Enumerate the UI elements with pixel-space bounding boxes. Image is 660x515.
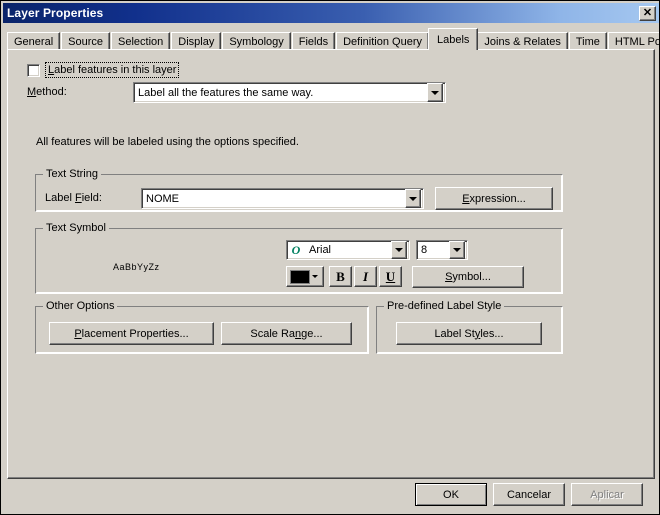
chevron-down-icon[interactable] — [391, 241, 407, 259]
predefined-label-style-group-title: Pre-defined Label Style — [384, 300, 505, 312]
scale-range-label: Scale Range... — [250, 327, 323, 340]
font-name-value: Arial — [309, 244, 332, 256]
text-symbol-preview: AaBbYyZz — [113, 262, 160, 272]
symbol-button[interactable]: Symbol... — [412, 266, 524, 288]
label-field-value: NOME — [146, 192, 179, 205]
tab-selection[interactable]: Selection — [111, 32, 171, 50]
other-options-group-title: Other Options — [43, 300, 118, 312]
title-bar: Layer Properties ✕ — [3, 3, 659, 23]
layer-properties-dialog: Layer Properties ✕ General Source Select… — [0, 0, 660, 515]
tab-definition-query[interactable]: Definition Query — [336, 32, 429, 50]
opentype-font-icon: O — [289, 243, 303, 257]
cancel-button[interactable]: Cancelar — [493, 483, 565, 506]
method-value: Label all the features the same way. — [138, 86, 314, 99]
expression-button-label: Expression... — [462, 192, 526, 205]
color-swatch — [290, 269, 310, 284]
tab-symbology[interactable]: Symbology — [222, 32, 291, 50]
label-features-label[interactable]: Label features in this layer — [45, 62, 180, 78]
tab-time[interactable]: Time — [568, 32, 607, 50]
chevron-down-icon[interactable] — [427, 83, 443, 102]
label-features-label-rest: abel features in this layer — [54, 64, 177, 76]
label-styles-label: Label Styles... — [434, 327, 504, 340]
text-symbol-group-title: Text Symbol — [43, 222, 109, 234]
label-field-combobox[interactable]: NOME — [141, 188, 424, 209]
font-size-value: 8 — [421, 244, 428, 256]
label-features-checkbox-row[interactable]: Label features in this layer — [27, 62, 180, 78]
chevron-down-icon[interactable] — [312, 275, 318, 278]
label-styles-button[interactable]: Label Styles... — [396, 322, 542, 345]
label-features-checkbox[interactable] — [27, 63, 40, 77]
tab-strip: General Source Selection Display Symbolo… — [7, 28, 659, 50]
placement-properties-label: Placement Properties... — [74, 327, 189, 340]
tab-labels[interactable]: Labels — [427, 28, 479, 50]
close-icon[interactable]: ✕ — [639, 5, 656, 21]
symbol-button-label: Symbol... — [445, 271, 491, 283]
chevron-down-icon[interactable] — [449, 241, 465, 259]
text-color-picker[interactable] — [286, 266, 324, 287]
method-label: Method: — [27, 86, 67, 98]
method-combobox[interactable]: Label all the features the same way. — [133, 82, 446, 103]
tab-source[interactable]: Source — [61, 32, 110, 50]
labels-description: All features will be labeled using the o… — [36, 136, 299, 148]
text-string-group-title: Text String — [43, 168, 101, 180]
tab-html-popup[interactable]: HTML Popup — [607, 32, 659, 50]
italic-button[interactable]: I — [354, 266, 377, 287]
font-name-combobox[interactable]: O Arial — [286, 240, 410, 260]
chevron-down-icon[interactable] — [405, 189, 421, 208]
scale-range-button[interactable]: Scale Range... — [221, 322, 352, 345]
tab-general[interactable]: General — [7, 32, 61, 50]
labels-tab-panel: Label features in this layer Method: Lab… — [7, 49, 655, 479]
expression-button[interactable]: Expression... — [435, 187, 553, 210]
bold-button[interactable]: B — [329, 266, 352, 287]
apply-button: Aplicar — [571, 483, 643, 506]
label-field-label: Label Field: — [45, 192, 102, 204]
underline-button[interactable]: U — [379, 266, 402, 287]
tab-joins-relates[interactable]: Joins & Relates — [477, 32, 568, 50]
window-title: Layer Properties — [7, 6, 104, 20]
tab-display[interactable]: Display — [171, 32, 222, 50]
font-size-combobox[interactable]: 8 — [416, 240, 468, 260]
ok-button[interactable]: OK — [415, 483, 487, 506]
tab-fields[interactable]: Fields — [291, 32, 336, 50]
placement-properties-button[interactable]: Placement Properties... — [49, 322, 214, 345]
